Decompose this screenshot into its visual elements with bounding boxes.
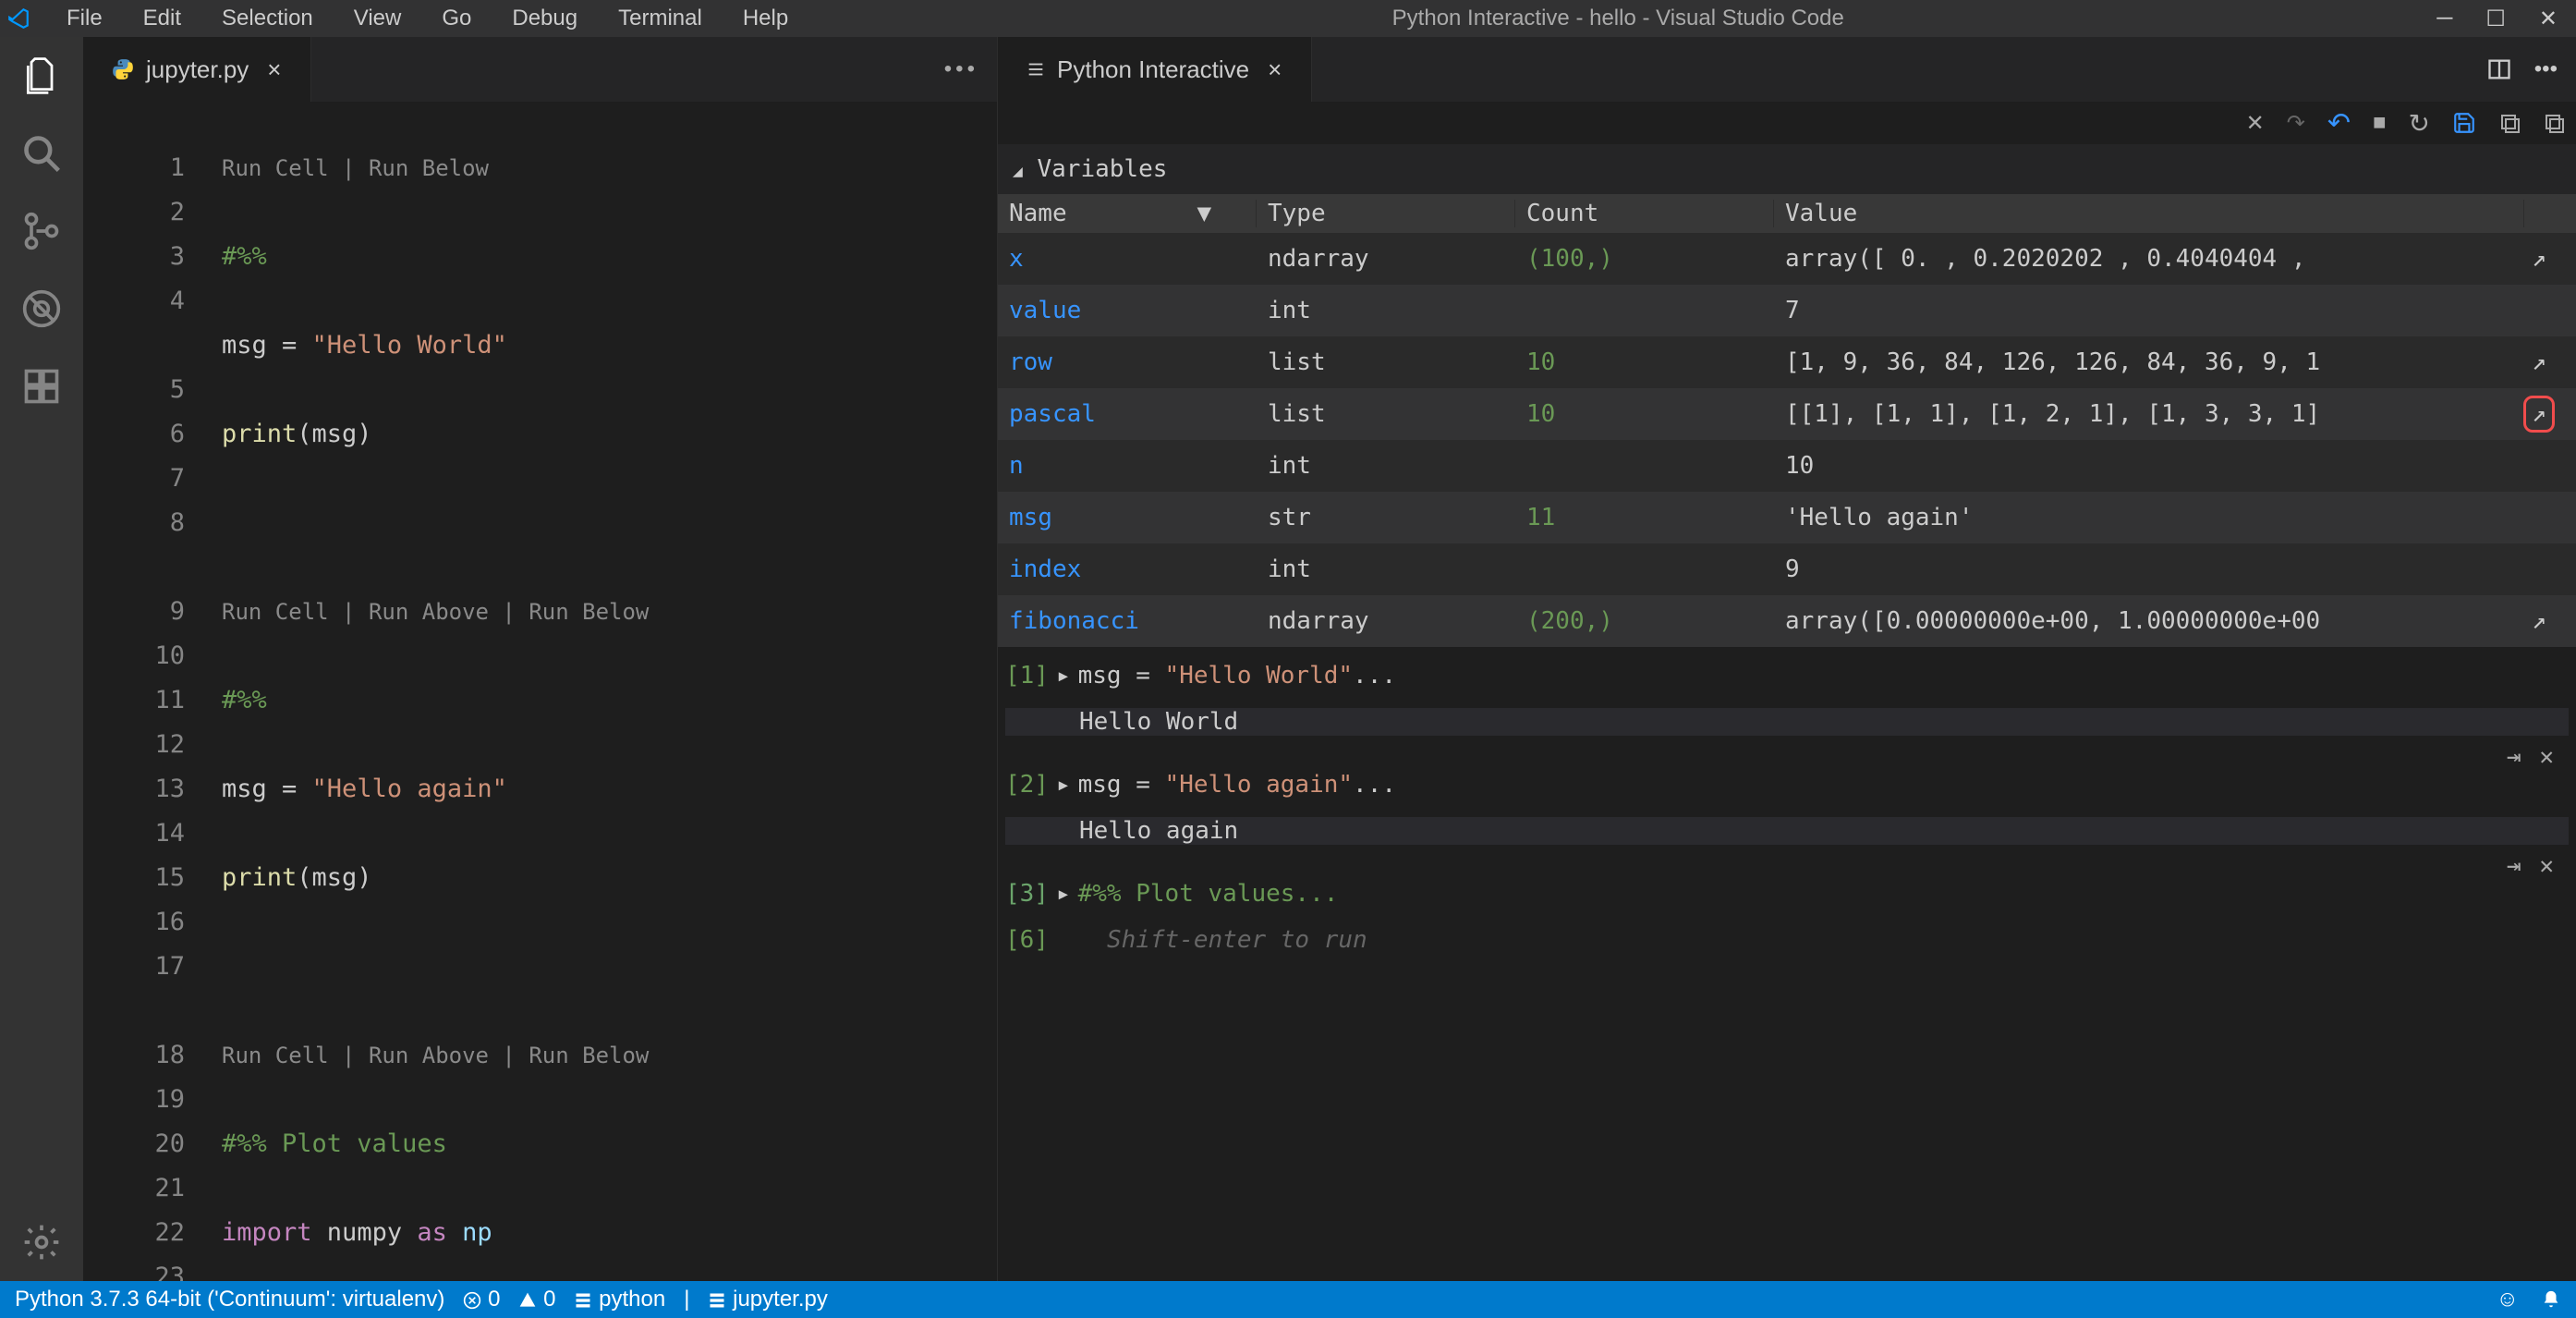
cell-label: [3] [1005, 880, 1049, 908]
cell-label: [2] [1005, 771, 1049, 799]
extensions-icon[interactable] [21, 366, 62, 407]
variables-columns[interactable]: Name ▼ Type Count Value [998, 194, 2576, 233]
search-icon[interactable] [21, 133, 62, 174]
variable-row[interactable]: msgstr11'Hello again' [998, 492, 2576, 543]
save-icon[interactable] [2452, 111, 2476, 135]
show-variable-icon[interactable]: ↗ [2523, 396, 2555, 433]
editor-left-group: jupyter.py × ••• 1234 5678 9101112 13141… [83, 37, 998, 1281]
code-content[interactable]: Run Cell | Run Below #%% msg = "Hello Wo… [222, 102, 997, 1281]
menu-go[interactable]: Go [431, 2, 482, 35]
vscode-logo-icon [0, 6, 37, 31]
cell-output: Hello World [1005, 708, 2569, 736]
cell-output: Hello again [1005, 817, 2569, 845]
restart-icon[interactable]: ↻ [2409, 108, 2430, 139]
code-editor[interactable]: 1234 5678 9101112 1314151617 18192021222… [83, 102, 997, 1281]
activity-bar [0, 37, 83, 1281]
delete-cell-icon[interactable]: ✕ [2539, 852, 2554, 880]
editor-tab-jupyter[interactable]: jupyter.py × [83, 37, 311, 102]
debug-icon[interactable] [21, 288, 62, 329]
expand-all-icon[interactable] [2498, 112, 2521, 134]
codelens-run-cell[interactable]: Run Cell | Run Above | Run Below [222, 590, 997, 634]
show-variable-icon[interactable]: ↗ [2532, 607, 2546, 635]
codelens-run-cell[interactable]: Run Cell | Run Below [222, 146, 997, 190]
overflow-icon[interactable]: ••• [2534, 56, 2558, 82]
maximize-icon[interactable]: ☐ [2485, 6, 2506, 32]
variable-row[interactable]: pascallist10[[1], [1, 1], [1, 2, 1], [1,… [998, 388, 2576, 440]
variable-row[interactable]: nint10 [998, 440, 2576, 492]
delete-cell-icon[interactable]: ✕ [2539, 743, 2554, 771]
list-icon [1026, 59, 1046, 79]
codelens-run-cell[interactable]: Run Cell | Run Above | Run Below [222, 1033, 997, 1078]
editor-right-group: Python Interactive × ••• ✕ ↷ ↶ ■ ↻ [998, 37, 2576, 1281]
minimize-icon[interactable]: ─ [2436, 6, 2452, 32]
show-variable-icon[interactable]: ↗ [2532, 245, 2546, 273]
menu-bar: File Edit Selection View Go Debug Termin… [37, 2, 799, 35]
tab-close-icon[interactable]: × [1260, 55, 1289, 84]
tab-filename: jupyter.py [146, 55, 249, 84]
variable-row[interactable]: indexint9 [998, 543, 2576, 595]
status-kernel[interactable]: python [574, 1287, 665, 1312]
explorer-icon[interactable] [21, 55, 62, 96]
status-python-env[interactable]: Python 3.7.3 64-bit ('Continuum': virtua… [15, 1287, 444, 1312]
variable-row[interactable]: xndarray(100,)array([ 0. , 0.2020202 , 0… [998, 233, 2576, 285]
settings-gear-icon[interactable] [21, 1222, 62, 1263]
close-window-icon[interactable]: ✕ [2539, 6, 2558, 32]
python-file-icon [111, 57, 135, 81]
menu-file[interactable]: File [55, 2, 114, 35]
input-placeholder[interactable]: Shift-enter to run [1107, 926, 1367, 954]
variable-row[interactable]: fibonaccindarray(200,)array([0.00000000e… [998, 595, 2576, 647]
undo-icon[interactable]: ↶ [2327, 107, 2351, 140]
collapse-all-icon[interactable] [2543, 112, 2565, 134]
feedback-smiley-icon[interactable]: ☺ [2496, 1287, 2519, 1312]
interactive-toolbar: ✕ ↷ ↶ ■ ↻ [998, 102, 2576, 144]
window-title: Python Interactive - hello - Visual Stud… [799, 6, 2436, 31]
tab-close-icon[interactable]: × [260, 55, 288, 84]
interrupt-icon[interactable]: ■ [2373, 110, 2387, 136]
menu-terminal[interactable]: Terminal [607, 2, 713, 35]
tab-python-interactive[interactable]: Python Interactive × [998, 37, 1312, 102]
notifications-bell-icon[interactable] [2541, 1289, 2561, 1310]
split-editor-icon[interactable] [2486, 56, 2512, 82]
variables-header[interactable]: ◢ Variables [998, 144, 2576, 194]
cell-label: [6] [1005, 926, 1049, 954]
menu-debug[interactable]: Debug [501, 2, 589, 35]
interactive-output[interactable]: [1]▸ msg = "Hello World"... Hello World … [998, 647, 2576, 1281]
cell-label: [1] [1005, 662, 1049, 690]
variable-row[interactable]: valueint7 [998, 285, 2576, 336]
status-problems[interactable]: 0 0 [463, 1287, 555, 1312]
redo-icon[interactable]: ↷ [2287, 110, 2305, 137]
status-bar: Python 3.7.3 64-bit ('Continuum': virtua… [0, 1281, 2576, 1318]
variables-panel: ◢ Variables Name ▼ Type Count Value xnda… [998, 144, 2576, 647]
menu-selection[interactable]: Selection [211, 2, 324, 35]
tab-label: Python Interactive [1057, 55, 1249, 84]
goto-code-icon[interactable]: ⇥ [2507, 852, 2521, 880]
menu-edit[interactable]: Edit [132, 2, 192, 35]
tab-overflow-icon[interactable]: ••• [311, 56, 997, 82]
source-control-icon[interactable] [21, 211, 62, 251]
goto-code-icon[interactable]: ⇥ [2507, 743, 2521, 771]
variable-row[interactable]: rowlist10[1, 9, 36, 84, 126, 126, 84, 36… [998, 336, 2576, 388]
delete-cells-icon[interactable]: ✕ [2246, 110, 2265, 137]
line-gutter: 1234 5678 9101112 1314151617 18192021222… [83, 102, 222, 1281]
menu-view[interactable]: View [343, 2, 413, 35]
menu-help[interactable]: Help [732, 2, 799, 35]
status-file[interactable]: jupyter.py [708, 1287, 827, 1312]
show-variable-icon[interactable]: ↗ [2532, 348, 2546, 376]
title-bar: File Edit Selection View Go Debug Termin… [0, 0, 2576, 37]
